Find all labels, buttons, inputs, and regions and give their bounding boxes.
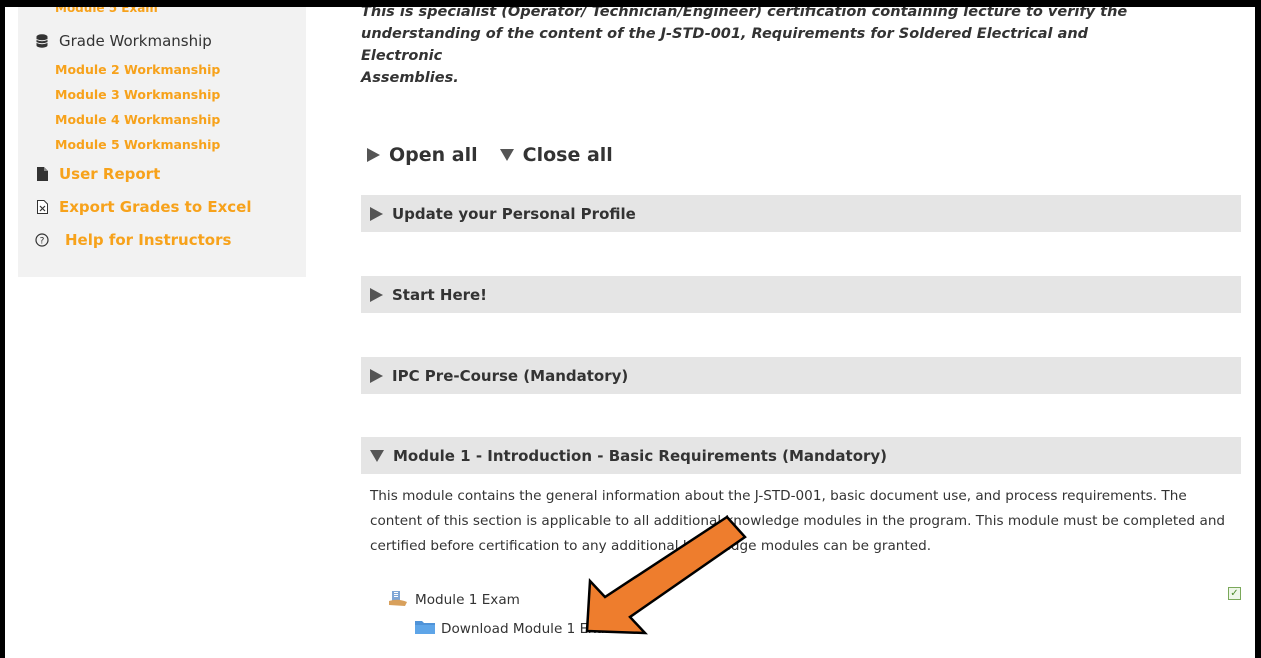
page-frame: Module 5 Exam Grade Workmanship Module 2… [5,7,1255,658]
expand-triangle-icon [370,206,383,221]
close-all-label: Close all [522,144,613,166]
activity-label: Download Module 1 Exams [441,621,625,637]
file-icon [35,166,49,182]
collapse-triangle-icon [499,149,514,161]
open-all-link[interactable]: Open all [367,144,478,166]
course-summary-line: understanding of the content of the J-ST… [361,26,1089,64]
activity-download-module-1-exams[interactable]: Download Module 1 Exams [415,619,625,639]
sidebar-link-module-2-workmanship[interactable]: Module 2 Workmanship [55,62,220,77]
open-all-label: Open all [389,144,478,166]
quiz-icon [388,589,408,611]
sidebar-link-module-5-exam[interactable]: Module 5 Exam [55,7,158,15]
course-summary: This is specialist (Operator/ Technician… [361,7,1161,89]
sidebar-item-help-instructors[interactable]: ? Help for Instructors [35,231,231,249]
sidebar-link-module-5-workmanship[interactable]: Module 5 Workmanship [55,137,220,152]
collapse-triangle-icon [370,449,384,462]
expand-triangle-icon [370,368,383,383]
help-icon: ? [35,232,49,248]
course-summary-line: Assemblies. [361,70,459,86]
expand-triangle-icon [370,287,383,302]
section-title: IPC Pre-Course (Mandatory) [392,366,629,385]
sidebar-item-export-grades[interactable]: Export Grades to Excel [35,198,251,216]
sidebar-item-label: Grade Workmanship [59,32,212,50]
section-title: Module 1 - Introduction - Basic Requirem… [393,446,888,465]
expand-triangle-icon [367,148,380,162]
open-close-controls: Open all Close all [367,144,613,166]
module-1-description: This module contains the general informa… [370,488,1226,554]
course-summary-line: This is specialist (Operator/ Technician… [361,7,1128,20]
sidebar-item-user-report[interactable]: User Report [35,165,160,183]
completion-checkbox[interactable]: ✓ [1228,587,1241,600]
sidebar-item-label: User Report [59,165,161,183]
section-ipc-pre-course[interactable]: IPC Pre-Course (Mandatory) [361,357,1241,394]
sidebar-item-label: Export Grades to Excel [59,198,252,216]
sidebar: Module 5 Exam Grade Workmanship Module 2… [18,7,306,277]
svg-text:?: ? [40,237,45,247]
activity-label: Module 1 Exam [415,592,520,608]
section-title: Start Here! [392,285,488,304]
sidebar-link-module-4-workmanship[interactable]: Module 4 Workmanship [55,112,220,127]
activity-module-1-exam[interactable]: Module 1 Exam [388,589,520,611]
sidebar-item-grade-workmanship[interactable]: Grade Workmanship [35,32,212,50]
sidebar-link-module-3-workmanship[interactable]: Module 3 Workmanship [55,87,220,102]
section-module-1[interactable]: Module 1 - Introduction - Basic Requirem… [361,437,1241,474]
section-title: Update your Personal Profile [392,204,636,223]
folder-icon [415,619,435,639]
close-all-link[interactable]: Close all [499,144,613,166]
database-icon [35,33,49,49]
spreadsheet-file-icon [35,199,49,215]
section-update-profile[interactable]: Update your Personal Profile [361,195,1241,232]
sidebar-item-label: Help for Instructors [65,231,232,249]
section-start-here[interactable]: Start Here! [361,276,1241,313]
